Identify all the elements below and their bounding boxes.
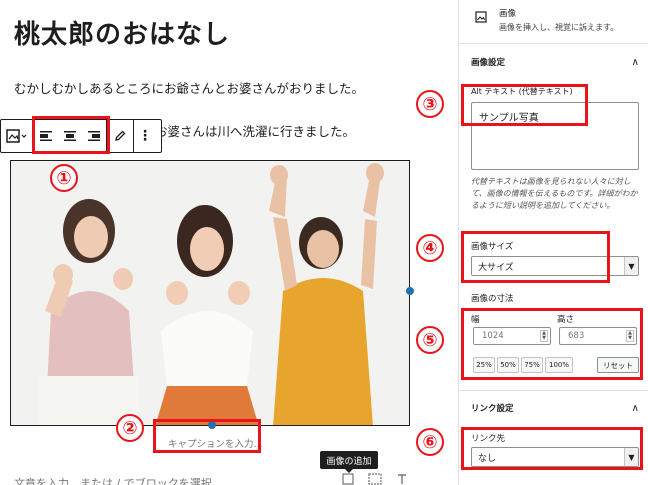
image-block[interactable]: [10, 160, 410, 426]
heading-icon[interactable]: [396, 473, 412, 485]
annotation-box-2: [153, 419, 261, 453]
link-settings-toggle[interactable]: リンク設定 ∧: [459, 398, 648, 418]
annotation-number-4: ④: [416, 234, 444, 262]
add-image-tooltip: 画像の追加: [320, 451, 378, 473]
alt-text-help: 代替テキストは画像を見られない人々に対して、画像の情報を伝えるものです。詳細がわ…: [471, 177, 638, 210]
annotation-box-4: [461, 231, 610, 283]
gallery-icon[interactable]: [368, 473, 384, 485]
annotation-number-6: ⑥: [416, 428, 444, 456]
more-vertical-icon[interactable]: ⋮: [134, 120, 156, 152]
resize-handle-right[interactable]: [406, 287, 414, 295]
block-description: 画像を挿入し、視覚に訴えます。: [499, 23, 619, 32]
chevron-down-icon: ▼: [624, 257, 638, 275]
image-icon[interactable]: [342, 473, 358, 485]
annotation-number-5: ⑤: [416, 326, 444, 354]
annotation-number-1: ①: [50, 164, 78, 192]
editor-canvas: 桃太郎のおはなし むかしむかしあるところにお爺さんとお婆さんがおりました。 お婆…: [0, 0, 448, 485]
block-card: 画像 画像を挿入し、視覚に訴えます。: [459, 0, 648, 44]
annotation-box-3: [461, 84, 588, 126]
sample-photo: [11, 161, 409, 425]
annotation-box-6: [461, 427, 643, 470]
panel-divider: [459, 390, 648, 391]
annotation-number-3: ③: [416, 90, 444, 118]
chevron-up-icon: ∧: [631, 56, 639, 68]
block-placeholder[interactable]: 文章を入力、または / でブロックを選択: [14, 475, 212, 485]
paragraph-block-1[interactable]: むかしむかしあるところにお爺さんとお婆さんがおりました。: [14, 78, 364, 97]
chevron-up-icon: ∧: [631, 402, 639, 414]
annotation-box-1: [32, 116, 110, 154]
annotation-number-2: ②: [116, 414, 144, 442]
post-title[interactable]: 桃太郎のおはなし: [14, 14, 230, 51]
dimensions-label: 画像の寸法: [471, 294, 514, 304]
paragraph-block-2[interactable]: お婆さんは川へ洗濯に行きました。: [155, 121, 355, 140]
panel-title: 画像設定: [471, 58, 506, 68]
image-settings-toggle[interactable]: 画像設定 ∧: [459, 52, 648, 72]
annotation-box-5: [461, 308, 643, 380]
block-name: 画像: [499, 9, 517, 19]
pencil-icon[interactable]: [107, 120, 133, 152]
image-icon[interactable]: [1, 120, 33, 152]
image-icon: [475, 8, 487, 27]
panel-title: リンク設定: [471, 404, 514, 414]
